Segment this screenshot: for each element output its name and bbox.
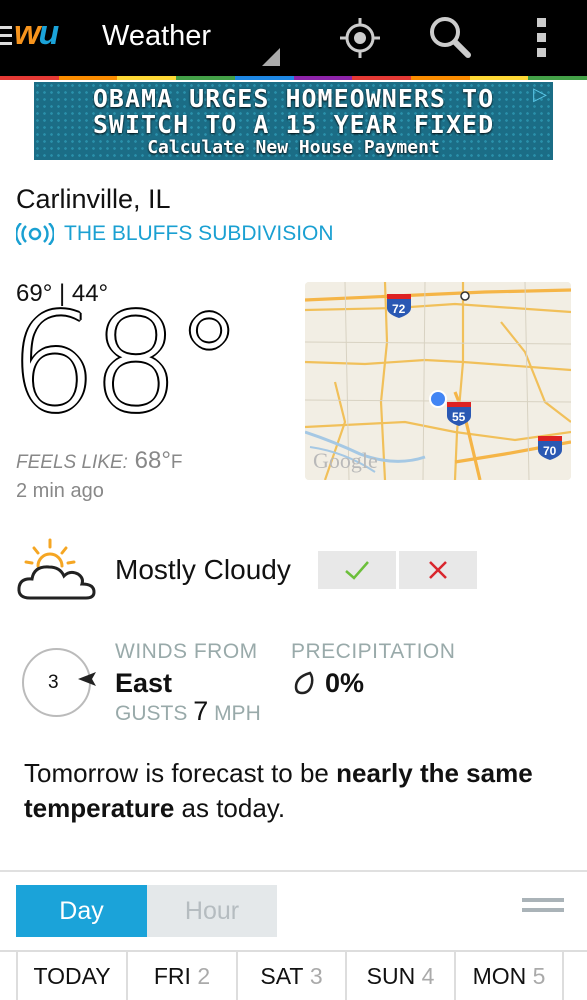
tab-sat[interactable]: SAT 3 <box>236 952 345 1000</box>
stripe-segment <box>469 76 529 80</box>
precipitation-value: 0% <box>325 668 365 698</box>
ad-headline-1: OBAMA URGES HOMEOWNERS TO <box>92 84 495 113</box>
tab-fri-label: FRI <box>153 962 191 989</box>
overflow-menu-icon[interactable] <box>518 14 566 62</box>
wind-speed: 3 <box>48 672 59 693</box>
feels-like-unit: F <box>170 452 183 473</box>
x-icon <box>429 561 447 579</box>
ad-banner[interactable]: OBAMA URGES HOMEOWNERS TO SWITCH TO A 15… <box>34 82 553 160</box>
forecast-prefix: Tomorrow is forecast to be <box>24 758 337 788</box>
stripe-segment <box>352 76 411 80</box>
check-icon <box>345 561 369 580</box>
shield-70: 70 <box>543 444 557 458</box>
tab-sat-label: SAT <box>260 962 304 989</box>
ad-subline: Calculate New House Payment <box>147 137 440 158</box>
confirm-condition-button[interactable] <box>318 551 396 589</box>
app-logo[interactable]: wu <box>14 14 59 53</box>
tab-sun[interactable]: SUN 4 <box>345 952 454 1000</box>
stripe-segment <box>293 76 353 80</box>
action-bar: wu Weather <box>0 0 587 76</box>
adchoices-icon[interactable]: ▷ <box>533 84 547 105</box>
shield-72: 72 <box>392 302 406 316</box>
reorder-handle-icon[interactable] <box>522 898 564 918</box>
precipitation-label: PRECIPITATION <box>291 640 456 663</box>
tab-fri[interactable]: FRI 2 <box>126 952 236 1000</box>
hour-toggle-button[interactable]: Hour <box>147 885 277 937</box>
wind-direction-arrow-icon <box>78 671 98 692</box>
gusts-row: GUSTS 7 MPH <box>115 696 261 727</box>
feels-like-value: 68° <box>134 447 171 474</box>
tab-sat-num: 3 <box>309 962 323 989</box>
gusts-label: GUSTS <box>115 702 188 725</box>
wind-direction: East <box>115 668 173 698</box>
shield-55: 55 <box>452 410 466 424</box>
day-toggle-button[interactable]: Day <box>16 885 147 937</box>
city-name[interactable]: Carlinville, IL <box>16 184 171 215</box>
forecast-suffix: as today. <box>174 793 286 823</box>
stripe-segment <box>234 76 294 80</box>
stripe-segment <box>528 76 587 80</box>
tab-sun-num: 4 <box>421 962 435 989</box>
raindrop-icon <box>292 671 316 700</box>
color-stripe <box>0 76 587 80</box>
gusts-value: 7 <box>193 696 209 726</box>
tab-mon[interactable]: MON 5 <box>454 952 564 1000</box>
divider <box>0 870 587 872</box>
stripe-segment <box>0 76 59 80</box>
station-broadcast-icon <box>16 223 54 245</box>
winds-from-label: WINDS FROM <box>115 640 258 663</box>
search-icon[interactable] <box>426 14 474 62</box>
stripe-segment <box>58 76 118 80</box>
mostly-cloudy-icon <box>16 534 98 609</box>
feels-like: FEELS LIKE: 68°F <box>16 447 183 475</box>
stripe-segment <box>410 76 470 80</box>
location-icon[interactable] <box>336 14 384 62</box>
app-title[interactable]: Weather <box>102 20 211 53</box>
condition-text: Mostly Cloudy <box>115 554 291 585</box>
feels-like-label: FEELS LIKE: <box>16 452 128 473</box>
updated-time: 2 min ago <box>16 480 104 502</box>
tab-sun-label: SUN <box>366 962 416 989</box>
dropdown-triangle-icon[interactable] <box>262 48 280 66</box>
tab-today[interactable]: TODAY <box>16 952 126 1000</box>
tab-mon-label: MON <box>472 962 527 989</box>
ad-headline-2: SWITCH TO A 15 YEAR FIXED <box>92 110 495 139</box>
tab-mon-num: 5 <box>532 962 546 989</box>
station-row[interactable]: THE BLUFFS SUBDIVISION <box>16 222 334 246</box>
reject-condition-button[interactable] <box>399 551 477 589</box>
drawer-icon[interactable] <box>0 26 14 50</box>
stripe-segment <box>117 76 177 80</box>
tab-fri-num: 2 <box>197 962 211 989</box>
forecast-summary: Tomorrow is forecast to be nearly the sa… <box>24 756 564 826</box>
current-temperature: 68° <box>10 285 243 443</box>
gusts-unit: MPH <box>214 702 261 725</box>
stripe-segment <box>176 76 235 80</box>
tab-today-label: TODAY <box>33 962 111 989</box>
station-name: THE BLUFFS SUBDIVISION <box>64 222 334 245</box>
google-watermark: Google <box>313 448 378 473</box>
radar-map[interactable]: 72 55 70 Google <box>305 282 571 480</box>
